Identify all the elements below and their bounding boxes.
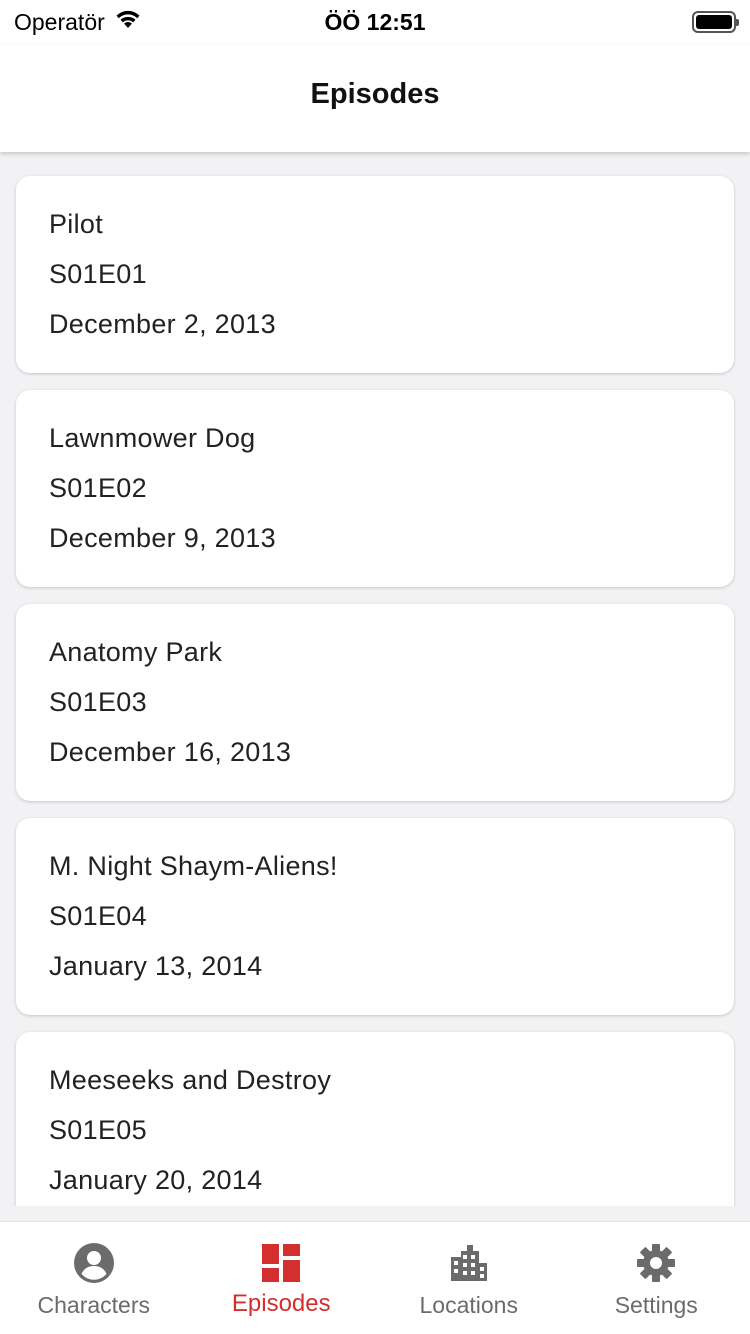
episode-name: Meeseeks and Destroy [49, 1065, 332, 1095]
episode-card[interactable]: Meeseeks and Destroy S01E05 January 20, … [16, 1032, 734, 1206]
episode-air-date: January 13, 2014 [49, 951, 263, 981]
episode-card[interactable]: Anatomy Park S01E03 December 16, 2013 [16, 604, 734, 801]
app-bar: Episodes [0, 44, 750, 152]
dashboard-icon [260, 1242, 302, 1284]
episode-code: S01E01 [49, 259, 147, 289]
episode-card[interactable]: Pilot S01E01 December 2, 2013 [16, 176, 734, 373]
status-bar: Operatör ÖÖ 12:51 [0, 0, 750, 44]
episode-card[interactable]: M. Night Shaym-Aliens! S01E04 January 13… [16, 818, 734, 1015]
battery-icon [692, 11, 739, 33]
status-left: Operatör [14, 8, 143, 36]
episode-card[interactable]: Lawnmower Dog S01E02 December 9, 2013 [16, 390, 734, 587]
page-title: Episodes [310, 77, 440, 110]
episode-name: Anatomy Park [49, 637, 223, 667]
tab-locations-label: Locations [419, 1292, 518, 1318]
episode-list[interactable]: Pilot S01E01 December 2, 2013 Lawnmower … [0, 152, 750, 1206]
episode-air-date: December 16, 2013 [49, 737, 292, 767]
tab-locations[interactable]: Locations [375, 1222, 563, 1334]
city-icon [448, 1242, 490, 1284]
tab-settings-label: Settings [614, 1292, 698, 1318]
wifi-icon [113, 8, 143, 36]
tab-settings[interactable]: Settings [563, 1222, 750, 1334]
bottom-nav: Characters Episodes Locations Settings [0, 1221, 750, 1334]
episode-code: S01E02 [49, 473, 147, 503]
episode-name: Pilot [49, 209, 104, 239]
tab-characters-label: Characters [37, 1292, 150, 1318]
episode-name: M. Night Shaym-Aliens! [49, 851, 338, 881]
episode-code: S01E03 [49, 687, 147, 717]
carrier-label: Operatör [14, 8, 105, 35]
tab-episodes-label: Episodes [231, 1290, 331, 1317]
episode-code: S01E04 [49, 901, 147, 931]
episode-name: Lawnmower Dog [49, 423, 256, 453]
episode-air-date: December 2, 2013 [49, 309, 276, 339]
gear-icon [635, 1242, 677, 1284]
episode-air-date: January 20, 2014 [49, 1165, 263, 1195]
tab-characters[interactable]: Characters [0, 1222, 188, 1334]
tab-episodes[interactable]: Episodes [188, 1222, 376, 1334]
episode-code: S01E05 [49, 1115, 147, 1145]
episode-air-date: December 9, 2013 [49, 523, 276, 553]
account-circle-icon [73, 1242, 115, 1284]
